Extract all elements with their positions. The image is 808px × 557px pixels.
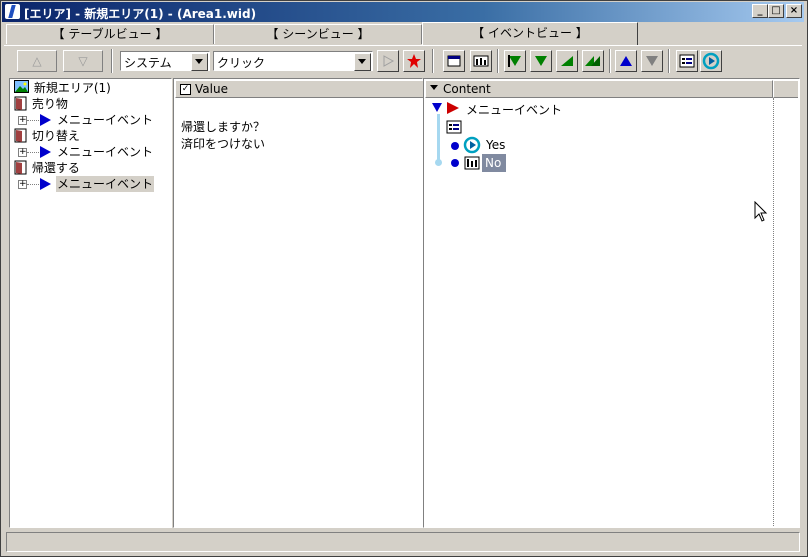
maximize-button[interactable]: □	[768, 4, 784, 18]
tree-connector	[27, 152, 39, 153]
toolbar-separator	[432, 49, 434, 73]
tree-connector	[27, 184, 39, 185]
tree-root-label: 新規エリア(1)	[33, 81, 111, 95]
menu-event-icon	[40, 178, 51, 190]
expand-toggle[interactable]: +	[18, 180, 27, 189]
collapse-arrow-icon[interactable]	[432, 103, 442, 112]
value-column-header[interactable]: ✓ Value	[175, 80, 424, 98]
tab-table-view[interactable]: 【 テーブルビュー 】	[6, 24, 214, 44]
toolbar-separator	[609, 49, 611, 73]
category-select[interactable]: システム	[120, 51, 210, 71]
mouse-cursor-icon	[754, 200, 768, 226]
window-title: [エリア] - 新規エリア(1) - (Area1.wid)	[24, 7, 257, 21]
toolbar-separator	[111, 49, 113, 73]
tree-item-label: メニューイベント	[57, 113, 154, 127]
expand-toggle[interactable]: +	[18, 148, 27, 157]
door-icon	[14, 160, 27, 175]
chevron-down-icon[interactable]	[191, 53, 208, 71]
dialog-button[interactable]	[470, 50, 492, 72]
content-column-header[interactable]: Content	[425, 80, 773, 98]
landscape-icon	[14, 80, 29, 93]
delete-button[interactable]	[403, 50, 425, 72]
blue-arrow-up-icon	[620, 56, 632, 66]
play-icon	[383, 55, 395, 67]
sort-arrow-icon	[430, 85, 438, 90]
green-insert-button-1[interactable]	[504, 50, 526, 72]
menu-event-icon	[40, 114, 51, 126]
play-button[interactable]	[377, 50, 399, 72]
tree-item-scene[interactable]: 切り替え	[14, 128, 80, 144]
title-bar[interactable]: [エリア] - 新規エリア(1) - (Area1.wid)	[2, 2, 804, 22]
move-item-up-button[interactable]	[615, 50, 637, 72]
tree-item-label: 切り替え	[31, 129, 80, 143]
tree-item-label: 売り物	[31, 97, 68, 111]
status-bar	[6, 532, 800, 552]
value-line: 済印をつけない	[181, 137, 266, 151]
checkbox-icon[interactable]: ✓	[180, 84, 191, 95]
close-button[interactable]: ×	[786, 4, 802, 18]
move-item-down-button[interactable]	[641, 50, 663, 72]
content-header-label: Content	[443, 82, 491, 96]
app-icon	[5, 4, 20, 19]
window-icon	[447, 55, 461, 67]
tree-root[interactable]: 新規エリア(1)	[14, 80, 111, 96]
green-insert-button-4[interactable]	[582, 50, 604, 72]
column-guide	[773, 98, 774, 526]
red-event-flag-icon	[447, 102, 459, 114]
green-triangle-down-icon	[535, 56, 547, 66]
option-box-icon	[679, 54, 695, 68]
dialog-icon	[473, 55, 489, 67]
option-box-node[interactable]	[446, 120, 462, 137]
tree-item-label: メニューイベント	[56, 176, 155, 192]
green-insert-button-3[interactable]	[556, 50, 578, 72]
tab-scene-view[interactable]: 【 シーンビュー 】	[214, 24, 422, 44]
toolbar-separator	[497, 49, 499, 73]
dialog-icon	[464, 156, 480, 170]
value-header-label: Value	[195, 82, 228, 96]
content-root-label[interactable]: メニューイベント	[466, 101, 562, 118]
branch-end-dot	[435, 159, 442, 166]
door-icon	[14, 128, 27, 143]
move-down-button[interactable]: ▽	[63, 50, 103, 72]
minimize-button[interactable]: _	[752, 4, 768, 18]
tree-item-scene[interactable]: 帰還する	[14, 160, 80, 176]
green-insert-button-2[interactable]	[530, 50, 552, 72]
door-icon	[14, 96, 27, 111]
value-line: 帰還しますか？	[181, 120, 266, 134]
bullet-icon	[451, 159, 459, 167]
tab-event-view[interactable]: 【 イベントビュー 】	[422, 22, 638, 45]
category-select-value: システム	[124, 56, 172, 70]
option-box-icon	[446, 120, 462, 134]
bullet-icon	[451, 142, 459, 150]
option-no-selected[interactable]: No	[482, 154, 506, 172]
move-up-button[interactable]: △	[17, 50, 57, 72]
green-double-triangle-icon	[585, 56, 600, 66]
tree-item-scene[interactable]: 売り物	[14, 96, 68, 112]
option-box-button[interactable]	[676, 50, 698, 72]
window-button[interactable]	[443, 50, 465, 72]
action-select-value: クリック	[217, 56, 266, 70]
jump-arrow-icon	[463, 136, 481, 154]
jump-button[interactable]	[700, 50, 722, 72]
action-select[interactable]: クリック	[213, 51, 373, 71]
tree-item-label: 帰還する	[31, 161, 80, 175]
option-yes[interactable]: Yes	[486, 138, 505, 152]
green-flag-icon	[508, 55, 521, 67]
toolbar-separator	[668, 49, 670, 73]
header-filler	[773, 80, 798, 98]
tree-connector	[27, 120, 39, 121]
gray-arrow-down-icon	[646, 56, 658, 66]
star-delete-icon	[407, 54, 421, 68]
tree-item-label: メニューイベント	[57, 145, 154, 159]
option-yes-icon-wrap	[463, 136, 481, 157]
expand-toggle[interactable]: +	[18, 116, 27, 125]
jump-arrow-icon	[702, 52, 720, 70]
option-no-icon-wrap	[464, 156, 480, 173]
content-branch-line	[437, 114, 440, 162]
value-text: 帰還しますか？ 済印をつけない	[181, 119, 265, 153]
chevron-down-icon[interactable]	[354, 53, 371, 71]
menu-event-icon	[40, 146, 51, 158]
green-triangle-up-icon	[561, 56, 573, 66]
